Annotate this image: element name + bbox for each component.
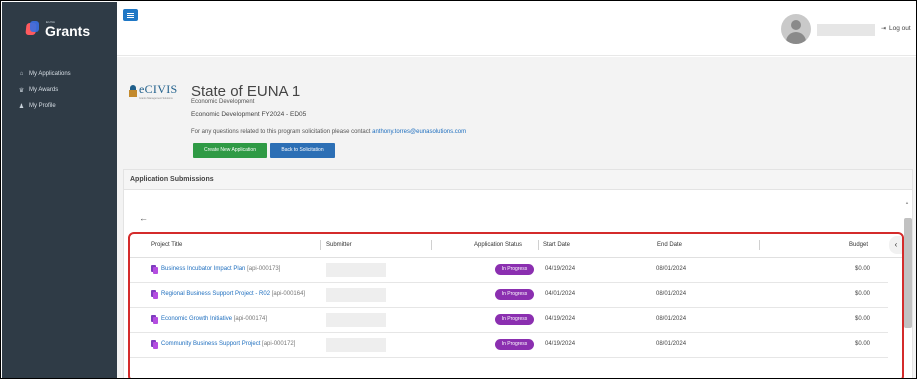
column-header-budget[interactable]: Budget [849, 242, 868, 248]
project-title-link[interactable]: Business Incubator Impact Plan [api-0001… [161, 266, 280, 272]
program-contact: For any questions related to this progra… [191, 129, 466, 135]
end-date: 08/01/2024 [656, 266, 687, 272]
status-badge: In Progress [495, 314, 534, 325]
budget-value: $0.00 [855, 291, 871, 297]
logout-icon: ⇥ [881, 26, 887, 32]
brand-name: Grants [45, 22, 91, 39]
back-arrow-icon[interactable]: ← [139, 213, 148, 223]
create-new-application-button[interactable]: Create New Application [193, 143, 267, 158]
back-to-solicitation-button[interactable]: Back to Solicitation [270, 143, 335, 158]
user-icon: ♟ [18, 103, 25, 110]
program-fiscal-name: Economic Development FY2024 - ED05 [191, 111, 307, 118]
contact-text: For any questions related to this progra… [191, 129, 371, 135]
trophy-icon: ♛ [18, 87, 25, 94]
submitter-redacted [326, 288, 386, 302]
table-row[interactable]: Regional Business Support Project - R02 … [130, 284, 888, 308]
start-date: 04/19/2024 [545, 341, 576, 347]
avatar[interactable] [781, 14, 811, 44]
hamburger-menu-button[interactable] [123, 9, 138, 21]
end-date: 08/01/2024 [656, 341, 687, 347]
sidebar-item-label: My Applications [29, 71, 71, 77]
capitol-icon [129, 85, 137, 97]
top-bar: ⇥ Log out [117, 2, 916, 56]
ecivis-tagline: Grants Management Solutions [139, 97, 173, 100]
budget-value: $0.00 [855, 316, 871, 322]
project-title-link[interactable]: Economic Growth Initiative [api-000174] [161, 316, 267, 322]
program-department: Economic Development [191, 99, 255, 105]
submitter-redacted [326, 313, 386, 327]
column-header-application-status[interactable]: Application Status [474, 242, 522, 248]
column-divider[interactable] [759, 240, 760, 250]
sidebar-item-my-applications[interactable]: ⌂ My Applications [2, 66, 117, 82]
ecivis-logo-text: eCIVIS [139, 82, 178, 96]
panel-heading: Application Submissions [124, 170, 912, 190]
end-date: 08/01/2024 [656, 316, 687, 322]
brand-logo[interactable]: EUNA Grants [2, 2, 117, 56]
budget-value: $0.00 [855, 266, 871, 272]
sidebar-item-label: My Profile [29, 103, 56, 109]
grants-logo-icon [25, 21, 40, 37]
status-badge: In Progress [495, 289, 534, 300]
column-divider[interactable] [538, 240, 539, 250]
page-title: State of EUNA 1 [191, 83, 301, 100]
application-document-icon [151, 265, 158, 274]
start-date: 04/01/2024 [545, 291, 576, 297]
sidebar-item-my-awards[interactable]: ♛ My Awards [2, 82, 117, 98]
sidebar-item-my-profile[interactable]: ♟ My Profile [2, 98, 117, 114]
column-divider[interactable] [431, 240, 432, 250]
column-header-end-date[interactable]: End Date [657, 242, 682, 248]
table-row[interactable]: Economic Growth Initiative [api-000174] … [130, 309, 888, 333]
sidebar-nav: ⌂ My Applications ♛ My Awards ♟ My Profi… [2, 66, 117, 114]
submissions-table: Project Title Submitter Application Stat… [128, 232, 904, 378]
main-content: eCIVIS Grants Management Solutions State… [117, 57, 916, 378]
start-date: 04/19/2024 [545, 316, 576, 322]
application-document-icon [151, 315, 158, 324]
application-document-icon [151, 290, 158, 299]
app-window: EUNA Grants ⌂ My Applications ♛ My Award… [0, 0, 917, 379]
application-document-icon [151, 340, 158, 349]
program-header: eCIVIS Grants Management Solutions State… [117, 57, 916, 165]
budget-value: $0.00 [855, 341, 871, 347]
table-row[interactable]: Community Business Support Project [api-… [130, 334, 888, 358]
user-name-redacted [817, 24, 875, 36]
start-date: 04/19/2024 [545, 266, 576, 272]
column-header-project-title[interactable]: Project Title [151, 242, 182, 248]
logout-link[interactable]: ⇥ Log out [881, 25, 911, 32]
column-divider[interactable] [320, 240, 321, 250]
logout-label: Log out [889, 25, 911, 32]
column-toggle-chevron-left-icon[interactable]: ‹ [889, 236, 902, 254]
table-row[interactable]: Business Incubator Impact Plan [api-0001… [130, 259, 888, 283]
status-badge: In Progress [495, 339, 534, 350]
sidebar: EUNA Grants ⌂ My Applications ♛ My Award… [2, 2, 117, 378]
scroll-up-arrow-icon[interactable]: ▲ [905, 200, 909, 205]
status-badge: In Progress [495, 264, 534, 275]
scrollbar-thumb[interactable] [904, 218, 912, 328]
column-header-start-date[interactable]: Start Date [543, 242, 570, 248]
submitter-redacted [326, 263, 386, 277]
sidebar-item-label: My Awards [29, 87, 59, 93]
project-title-link[interactable]: Regional Business Support Project - R02 … [161, 291, 305, 297]
vertical-scrollbar[interactable]: ▲ [904, 200, 912, 378]
submitter-redacted [326, 338, 386, 352]
home-icon: ⌂ [19, 71, 24, 77]
ecivis-logo: eCIVIS Grants Management Solutions [129, 82, 177, 100]
project-title-link[interactable]: Community Business Support Project [api-… [161, 341, 295, 347]
table-header: Project Title Submitter Application Stat… [130, 234, 902, 258]
application-submissions-panel: Application Submissions ← ··· Project Ti… [123, 169, 913, 378]
contact-email-link[interactable]: anthony.torres@eunasolutions.com [372, 129, 466, 135]
column-header-submitter[interactable]: Submitter [326, 242, 352, 248]
end-date: 08/01/2024 [656, 291, 687, 297]
